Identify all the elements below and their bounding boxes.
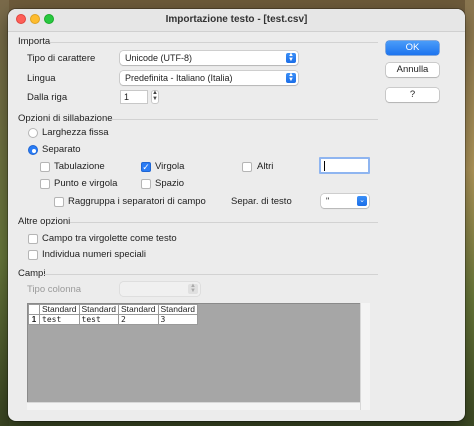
tab-label: Tabulazione (54, 161, 105, 172)
charset-select[interactable]: Unicode (UTF-8) ▲ ▼ (120, 51, 298, 65)
fields-heading: Campi (18, 268, 46, 279)
column-header[interactable]: Standard (78, 304, 119, 315)
text-caret (324, 161, 325, 171)
table-cell[interactable]: 3 (157, 314, 198, 325)
quoted-as-text-label: Campo tra virgolette come testo (42, 233, 177, 244)
preview-horizontal-scrollbar[interactable] (27, 402, 360, 410)
window-title: Importazione testo - [test.csv] (165, 14, 308, 25)
cancel-button[interactable]: Annulla (386, 63, 439, 77)
language-select[interactable]: Predefinita - Italiano (Italia) ▲ ▼ (120, 71, 298, 85)
column-header[interactable]: Standard (118, 304, 159, 315)
from-row-stepper[interactable]: ▲ ▼ (151, 90, 159, 104)
other-options-heading: Altre opzioni (18, 216, 71, 227)
from-row-input[interactable]: 1 (120, 90, 148, 104)
merge-delimiters-label: Raggruppa i separatori di campo (68, 196, 206, 207)
row-number: 1 (28, 314, 40, 325)
column-type-label: Tipo colonna (27, 284, 82, 295)
table-row: 1 test test 2 3 (28, 314, 198, 325)
preview-grid[interactable]: Standard Standard Standard Standard 1 te… (27, 303, 370, 410)
table-cell[interactable]: test (78, 314, 119, 325)
space-label: Spazio (155, 178, 185, 189)
preview-table: Standard Standard Standard Standard 1 te… (28, 304, 198, 325)
separated-label: Separato (42, 144, 81, 155)
import-dialog: Importazione testo - [test.csv] Importa … (8, 9, 465, 421)
comma-label: Virgola (155, 161, 185, 172)
import-divider (50, 42, 378, 43)
corner-cell (28, 304, 40, 315)
preview-vertical-scrollbar[interactable] (360, 303, 370, 410)
column-header[interactable]: Standard (39, 304, 80, 315)
charset-value: Unicode (UTF-8) (125, 53, 193, 63)
fixed-width-radio[interactable] (28, 128, 38, 138)
table-cell[interactable]: 2 (118, 314, 159, 325)
import-section-heading: Importa (18, 36, 51, 47)
special-numbers-label: Individua numeri speciali (42, 249, 147, 260)
fixed-width-label: Larghezza fissa (42, 127, 109, 138)
semicolon-checkbox[interactable] (40, 179, 50, 189)
column-type-select[interactable]: ▲ ▼ (120, 282, 200, 296)
quoted-as-text-checkbox[interactable] (28, 234, 38, 244)
title-bar: Importazione testo - [test.csv] (8, 9, 465, 32)
comma-checkbox[interactable]: ✓ (141, 162, 151, 172)
preview-header-row: Standard Standard Standard Standard (28, 304, 198, 315)
ok-button[interactable]: OK (386, 41, 439, 55)
select-arrows-icon: ▲ ▼ (286, 52, 296, 63)
select-arrows-icon: ▲ ▼ (286, 72, 296, 83)
from-row-label: Dalla riga (27, 92, 68, 103)
help-button[interactable]: ? (386, 88, 439, 102)
other-options-divider (70, 222, 378, 223)
other-label: Altri (257, 161, 274, 172)
column-header[interactable]: Standard (157, 304, 198, 315)
separator-divider (110, 119, 378, 120)
fields-divider (44, 274, 378, 275)
language-label: Lingua (27, 73, 56, 84)
chevron-down-icon: ⌄ (357, 196, 367, 206)
charset-label: Tipo di carattere (27, 53, 96, 64)
desktop-background-right (465, 0, 474, 426)
semicolon-label: Punto e virgola (54, 178, 118, 189)
text-delimiter-select[interactable]: " ⌄ (321, 194, 369, 208)
space-checkbox[interactable] (141, 179, 151, 189)
table-cell[interactable]: test (39, 314, 80, 325)
text-delimiter-value: " (326, 196, 330, 206)
language-value: Predefinita - Italiano (Italia) (125, 73, 233, 83)
separated-radio[interactable] (28, 145, 38, 155)
special-numbers-checkbox[interactable] (28, 250, 38, 260)
select-arrows-icon: ▲ ▼ (188, 283, 198, 294)
tab-checkbox[interactable] (40, 162, 50, 172)
text-delimiter-label: Separ. di testo (231, 196, 292, 207)
other-checkbox[interactable] (242, 162, 252, 172)
separator-section-heading: Opzioni di sillabazione (18, 113, 113, 124)
other-separator-input[interactable] (319, 157, 370, 174)
merge-delimiters-checkbox[interactable] (54, 197, 64, 207)
